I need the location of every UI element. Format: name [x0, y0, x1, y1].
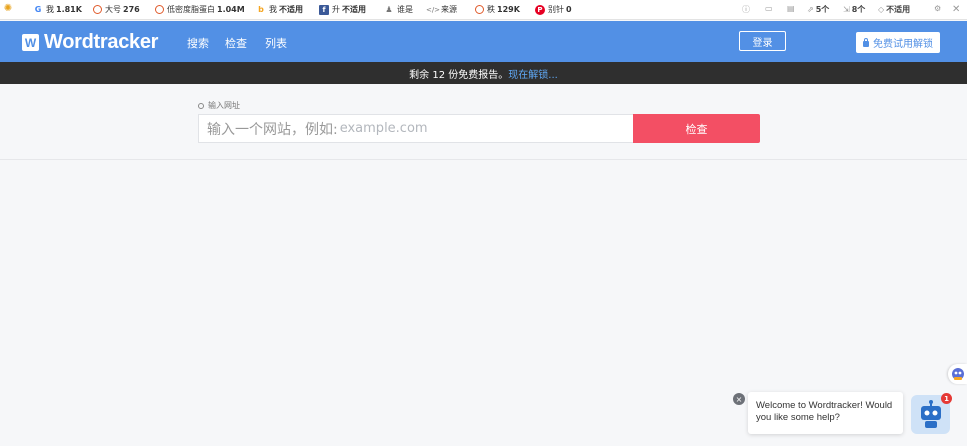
doc-icon[interactable]: ▤ — [787, 4, 795, 13]
side-floating-helper[interactable] — [948, 364, 967, 384]
nav-link-lists[interactable]: 列表 — [265, 35, 287, 51]
wordtracker-logo[interactable]: W Wordtracker — [22, 31, 158, 54]
internal-links-metric[interactable]: ⇲ 8个 — [843, 4, 865, 15]
ring-icon — [475, 5, 484, 14]
helper-face-icon — [951, 368, 964, 380]
info-icon[interactable]: ⓘ — [742, 4, 750, 15]
seo-extension-logo[interactable]: ✺ — [3, 4, 16, 14]
extension-toolbar: ✺ G 我 1.81K 大号 276 低密度脂蛋白 1.04M b 我不适用 f 升不… — [0, 0, 967, 20]
ring-icon — [93, 5, 102, 14]
free-reports-banner: 剩余 12 份免费报告。 现在解锁... — [0, 62, 967, 84]
pinterest-icon: P — [535, 4, 545, 15]
chat-unread-badge: 1 — [941, 393, 952, 404]
code-icon: </> — [425, 5, 441, 14]
lock-icon — [863, 37, 869, 47]
page-icon[interactable]: ▭ — [765, 4, 773, 13]
facebook-icon: f — [319, 4, 329, 15]
diamond-metric[interactable]: ◇ 不适用 — [878, 4, 910, 15]
ext-metric-ldl[interactable]: 低密度脂蛋白 1.04M — [155, 4, 245, 15]
ext-metric-facebook[interactable]: f 升不适用 — [319, 4, 366, 15]
ext-whois[interactable]: ♟ 谁是 — [384, 4, 413, 15]
chat-welcome-bubble[interactable]: Welcome to Wordtracker! Would you like s… — [748, 392, 903, 434]
unlock-now-link[interactable]: 现在解锁... — [508, 66, 558, 81]
url-check-section: 输入网址 输入一个网站，例如: example.com 检查 — [0, 84, 967, 160]
external-link-icon: ⇗ — [807, 5, 814, 14]
url-input-label: 输入网址 — [198, 100, 240, 111]
settings-icon[interactable]: ⚙ — [934, 4, 941, 13]
external-links-metric[interactable]: ⇗ 5个 — [807, 4, 829, 15]
google-icon: G — [34, 4, 42, 14]
logo-mark-icon: W — [22, 34, 39, 51]
ext-metric-bing[interactable]: b 我不适用 — [256, 4, 303, 15]
bing-icon: b — [258, 4, 264, 14]
seo-gear-icon: ✺ — [3, 3, 13, 14]
internal-link-icon: ⇲ — [843, 5, 850, 14]
ext-metric-pinterest[interactable]: P 别针 0 — [535, 4, 572, 15]
ext-metric-google[interactable]: G 我 1.81K — [33, 4, 82, 15]
search-icon — [198, 102, 204, 109]
ext-metric-rank[interactable]: 秩 129K — [475, 4, 520, 15]
ext-source[interactable]: </> 来源 — [425, 4, 457, 15]
close-icon[interactable]: ✕ — [952, 4, 960, 15]
main-nav: W Wordtracker 搜索 检查 列表 登录 免费试用解锁 — [0, 21, 967, 62]
ext-metric-size[interactable]: 大号 276 — [93, 4, 140, 15]
login-button[interactable]: 登录 — [739, 31, 786, 51]
free-trial-button[interactable]: 免费试用解锁 — [856, 32, 940, 53]
nav-link-search[interactable]: 搜索 — [187, 35, 209, 51]
url-input[interactable]: 输入一个网站，例如: example.com — [198, 114, 633, 143]
diamond-icon: ◇ — [878, 5, 885, 14]
robot-icon — [920, 399, 941, 428]
ring-icon — [155, 5, 164, 14]
chat-close-button[interactable]: × — [733, 393, 745, 405]
nav-link-check[interactable]: 检查 — [225, 35, 247, 51]
user-icon: ♟ — [385, 4, 393, 14]
check-button[interactable]: 检查 — [633, 114, 760, 143]
